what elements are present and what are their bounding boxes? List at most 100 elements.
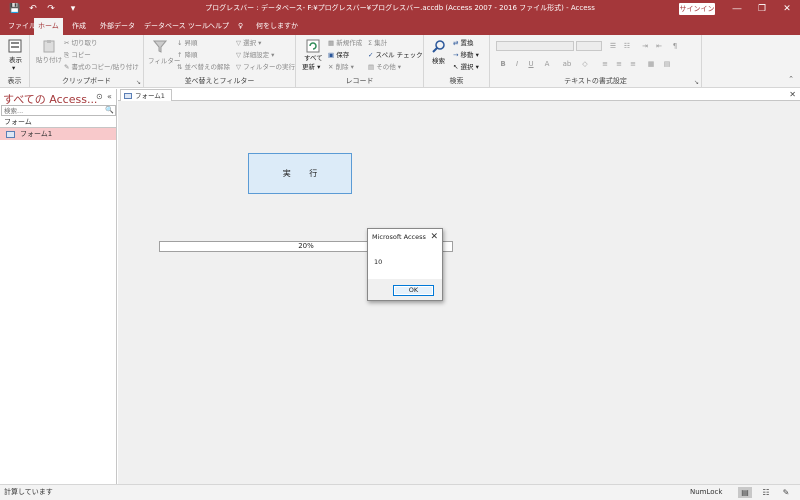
- spelling-button[interactable]: ✓ スペル チェック: [368, 50, 423, 61]
- tell-me-search[interactable]: 何をしますか: [252, 18, 302, 35]
- sort-descending-button[interactable]: ↑ 降順: [177, 50, 198, 61]
- tab-help[interactable]: ヘルプ: [204, 18, 233, 35]
- form-view-icon[interactable]: ▤: [738, 487, 752, 498]
- rtl-icon[interactable]: ¶: [670, 41, 680, 51]
- gridlines-icon[interactable]: ▦: [646, 59, 656, 69]
- collapse-ribbon-icon[interactable]: ⌃: [788, 75, 794, 83]
- paste-button[interactable]: 貼り付け: [36, 55, 62, 66]
- copy-button[interactable]: ⎘ コピー: [64, 50, 91, 61]
- refresh-all-button[interactable]: すべて: [304, 54, 323, 63]
- find-button[interactable]: 検索: [432, 56, 445, 67]
- remove-sort-label: 並べ替えの解除: [184, 63, 231, 71]
- dialog-launcher-icon[interactable]: ↘: [136, 79, 141, 86]
- replace-button[interactable]: ⇄ 置換: [453, 38, 474, 49]
- text-format-group-label: テキストの書式設定: [564, 77, 627, 85]
- nav-item-form1[interactable]: フォーム1: [0, 128, 116, 140]
- spelling-icon: ✓: [368, 51, 374, 59]
- form-icon: [124, 93, 132, 99]
- view-caret-icon[interactable]: ▾: [12, 63, 15, 74]
- toggle-filter-button[interactable]: ▽ フィルターの実行: [236, 62, 295, 73]
- design-view-icon[interactable]: ✎: [779, 487, 793, 498]
- fill-color-button[interactable]: ◇: [580, 59, 590, 69]
- font-name-combo[interactable]: [496, 41, 574, 51]
- save-record-button[interactable]: ▣ 保存: [328, 50, 349, 61]
- sort-ascending-button[interactable]: ↓ 昇順: [177, 38, 198, 49]
- delete-record-button[interactable]: ✕ 削除 ▾: [328, 62, 354, 73]
- customize-quick-access-icon[interactable]: ▾: [66, 2, 80, 16]
- run-button[interactable]: 実 行: [248, 153, 352, 194]
- minimize-button[interactable]: ―: [726, 0, 748, 18]
- layout-view-icon[interactable]: ☷: [759, 487, 773, 498]
- new-label: 新規作成: [336, 39, 363, 47]
- views-group-label: 表示: [7, 77, 22, 85]
- nav-search-input[interactable]: [2, 106, 102, 115]
- save-label: 保存: [336, 51, 350, 59]
- replace-label: 置換: [460, 39, 474, 47]
- font-color-button[interactable]: A: [542, 59, 552, 69]
- bold-button[interactable]: B: [498, 59, 508, 69]
- alternate-row-color-icon[interactable]: ▤: [662, 59, 672, 69]
- selection-button[interactable]: ▽ 選択 ▾: [236, 38, 261, 49]
- window-title: プログレスバー : データベース- F:¥プログレスバー¥プログレスバー.acc…: [205, 4, 595, 12]
- goto-icon: →: [453, 51, 459, 59]
- font-size-combo[interactable]: [576, 41, 602, 51]
- ok-button[interactable]: OK: [393, 285, 434, 296]
- bullets-icon[interactable]: ☰: [608, 41, 618, 51]
- replace-icon: ⇄: [453, 39, 459, 47]
- cut-button[interactable]: ✂ 切り取り: [64, 38, 98, 49]
- advanced-label: 詳細設定 ▾: [243, 51, 275, 59]
- refresh-icon: [306, 39, 320, 53]
- underline-button[interactable]: U: [526, 59, 536, 69]
- delete-label: 削除 ▾: [335, 63, 354, 71]
- document-tab-bar: フォーム1 ✕: [118, 89, 800, 101]
- form-view: 実 行 20%: [118, 101, 800, 484]
- select-icon: ↖: [453, 63, 459, 71]
- more-records-button[interactable]: ▤ その他 ▾: [368, 62, 401, 73]
- new-record-button[interactable]: ▦ 新規作成: [328, 38, 362, 49]
- align-right-icon[interactable]: ≡: [628, 59, 638, 69]
- numbering-icon[interactable]: ☷: [622, 41, 632, 51]
- redo-icon[interactable]: ↷: [44, 2, 58, 16]
- text-format-launcher-icon[interactable]: ↘: [694, 79, 699, 86]
- clipboard-group-label: クリップボード: [62, 77, 111, 85]
- status-bar: 計算しています NumLock ▤ ☷ ✎: [0, 484, 800, 500]
- nav-collapse-icon[interactable]: «: [107, 92, 112, 101]
- tab-home[interactable]: ホーム: [34, 18, 63, 35]
- tab-database-tools[interactable]: データベース ツール: [140, 18, 213, 35]
- dialog-close-icon[interactable]: ✕: [430, 229, 438, 246]
- indent-icon[interactable]: ⇥: [640, 41, 650, 51]
- goto-button[interactable]: → 移動 ▾: [453, 50, 479, 61]
- refresh-caret[interactable]: 更新 ▾: [302, 63, 320, 72]
- lightbulb-icon: ♀: [238, 22, 244, 30]
- close-window-button[interactable]: ✕: [776, 0, 798, 18]
- search-icon[interactable]: 🔍: [105, 106, 114, 114]
- tab-create[interactable]: 作成: [68, 18, 90, 35]
- save-icon[interactable]: 💾: [8, 2, 22, 16]
- highlight-button[interactable]: ab: [560, 59, 574, 69]
- close-document-icon[interactable]: ✕: [789, 89, 796, 101]
- select-button[interactable]: ↖ 選択 ▾: [453, 62, 479, 73]
- tab-external-data[interactable]: 外部データ: [96, 18, 139, 35]
- totals-button[interactable]: Σ 集計: [368, 38, 387, 49]
- filter-icon: [153, 40, 167, 53]
- align-center-icon[interactable]: ≡: [614, 59, 624, 69]
- advanced-filter-button[interactable]: ▽ 詳細設定 ▾: [236, 50, 274, 61]
- remove-sort-button[interactable]: ⇅ 並べ替えの解除: [177, 62, 230, 73]
- clipboard-group: 貼り付け ✂ 切り取り ⎘ コピー ✎ 書式のコピー/貼り付け クリップボード …: [30, 35, 144, 88]
- tab-form1[interactable]: フォーム1: [120, 89, 172, 101]
- goto-label: 移動 ▾: [460, 51, 479, 59]
- signin-button[interactable]: サインイン: [679, 3, 715, 15]
- italic-button[interactable]: I: [512, 59, 522, 69]
- view-button[interactable]: 表示: [9, 55, 22, 66]
- outdent-icon[interactable]: ⇤: [654, 41, 664, 51]
- find-group: 検索 ⇄ 置換 → 移動 ▾ ↖ 選択 ▾ 検索: [424, 35, 490, 88]
- nav-menu-icon[interactable]: ⊙: [96, 92, 103, 101]
- filter-button[interactable]: フィルター: [148, 56, 180, 67]
- undo-icon[interactable]: ↶: [26, 2, 40, 16]
- align-left-icon[interactable]: ≡: [600, 59, 610, 69]
- restore-button[interactable]: ❐: [751, 0, 773, 18]
- format-painter-button[interactable]: ✎ 書式のコピー/貼り付け: [64, 62, 139, 73]
- nav-group-forms[interactable]: フォーム: [0, 117, 116, 128]
- navigation-pane: すべての Access... ⊙ « 🔍 フォーム フォーム1: [0, 89, 117, 484]
- status-text: 計算しています: [4, 488, 53, 496]
